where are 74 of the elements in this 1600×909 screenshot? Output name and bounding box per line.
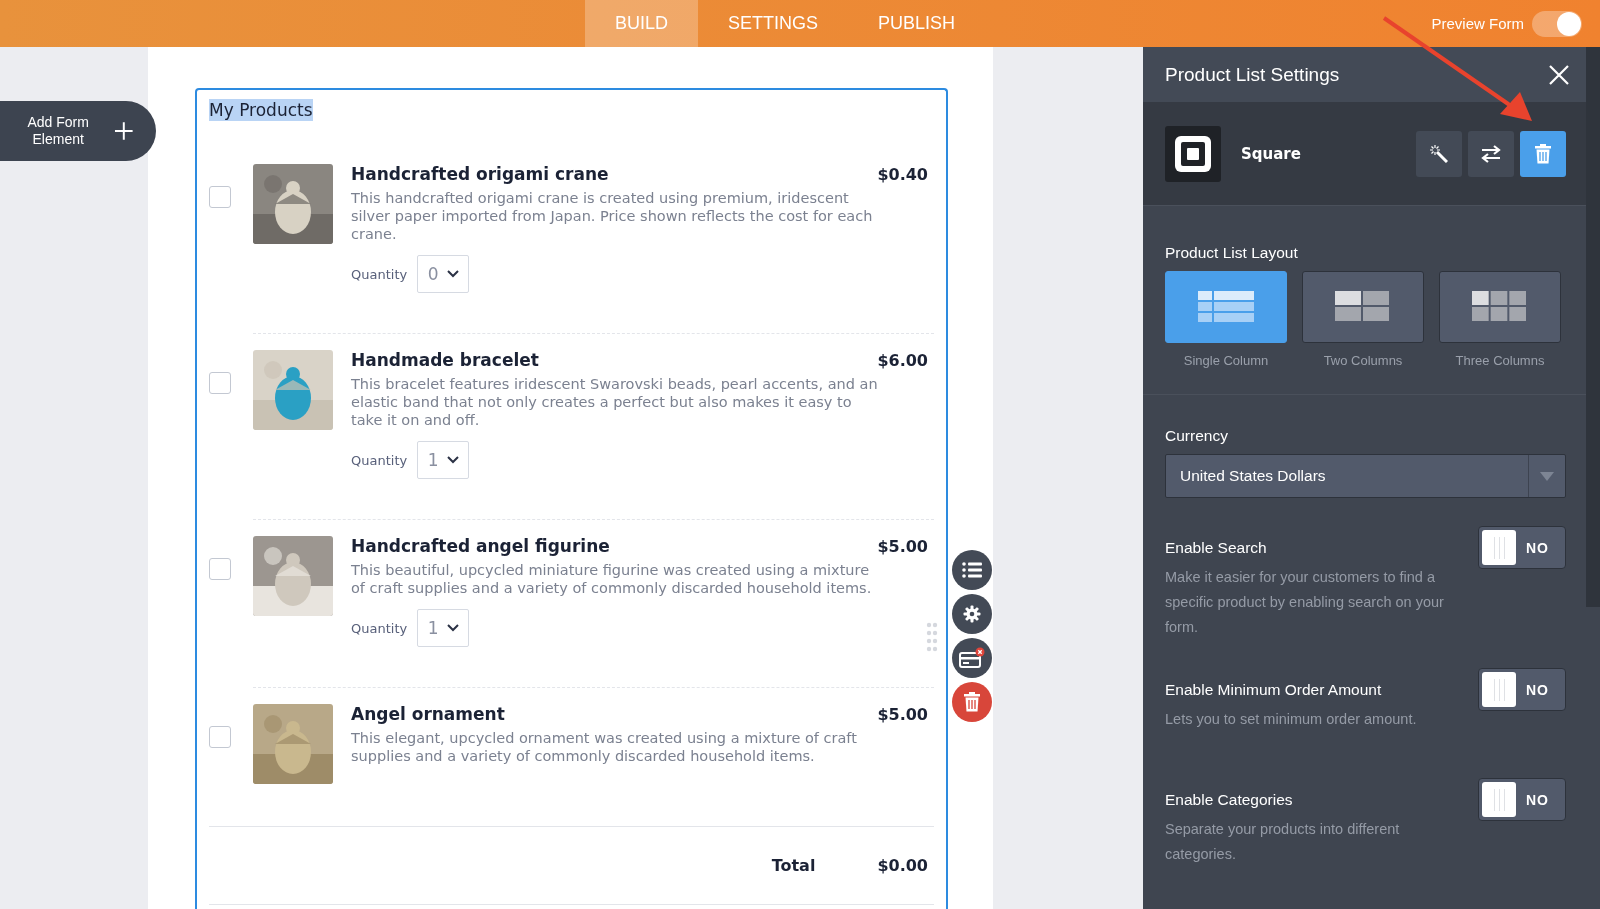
product-description: This bracelet features iridescent Swarovski beads, pearl accents, and an elastic band that not only creates a perfect but also makes it easy to take it on and off.: [351, 375, 878, 429]
layout-option[interactable]: [1302, 271, 1424, 343]
layout-grid-icon: [1196, 291, 1256, 323]
swap-icon: [1481, 144, 1501, 163]
magic-wand-icon: [1430, 144, 1448, 163]
product-price: $0.40: [877, 165, 928, 184]
currency-select[interactable]: United States Dollars: [1165, 454, 1566, 498]
square-logo-icon: [1165, 125, 1221, 182]
scrollbar[interactable]: [1586, 47, 1600, 607]
product-price: $5.00: [877, 537, 928, 556]
list-button[interactable]: [952, 550, 992, 590]
toggle-switch[interactable]: NO: [1478, 668, 1566, 711]
delete-button[interactable]: [952, 682, 992, 722]
quantity-select[interactable]: 1: [417, 609, 470, 647]
toggle-switch[interactable]: NO: [1478, 778, 1566, 821]
layout-label: Product List Layout: [1165, 244, 1299, 262]
quantity-select[interactable]: 1: [417, 441, 470, 479]
settings-button[interactable]: [952, 594, 992, 634]
gateway-name: Square: [1241, 144, 1302, 163]
nav-tab[interactable]: SETTINGS: [698, 0, 848, 47]
chevron-down-icon: [446, 270, 459, 278]
list-icon: [962, 562, 982, 578]
chevron-down-icon: [446, 624, 459, 632]
trash-icon: [1535, 143, 1551, 164]
setting-description: Separate your products into different categories.: [1165, 820, 1401, 864]
delete-gateway-button[interactable]: [1520, 130, 1566, 177]
product-name: Angel ornament: [351, 704, 505, 724]
product-description: This beautiful, upcycled miniature figurine was created using a mixture of craft supplies and a variety of commonly discarded household items.: [351, 561, 873, 597]
preview-toggle[interactable]: [1532, 10, 1582, 37]
form-title: My Products: [209, 99, 313, 121]
layout-label: Two Columns: [1323, 353, 1403, 368]
wand-button[interactable]: [1416, 130, 1462, 177]
product-name: Handcrafted angel figurine: [351, 536, 610, 556]
setting-description: Make it easier for your customers to find a specific product by enabling search on your form.: [1165, 568, 1445, 637]
payment-button[interactable]: [952, 638, 992, 678]
nav-tab[interactable]: BUILD: [584, 0, 698, 47]
product-price: $5.00: [877, 705, 928, 724]
product-checkbox[interactable]: [209, 372, 231, 394]
dropdown-arrow-icon: [1540, 471, 1554, 481]
product-checkbox[interactable]: [209, 726, 231, 748]
quantity-label: Quantity: [351, 266, 408, 282]
drag-handle-icon[interactable]: [926, 622, 938, 652]
close-icon[interactable]: [1548, 63, 1570, 86]
quantity-label: Quantity: [351, 452, 408, 468]
layout-option[interactable]: [1439, 271, 1561, 343]
preview-label: Preview Form: [1431, 15, 1524, 32]
currency-label: Currency: [1165, 427, 1229, 445]
product-name: Handmade bracelet: [351, 350, 539, 370]
setting-description: Lets you to set minimum order amount.: [1165, 710, 1418, 729]
setting-label: Enable Categories: [1165, 791, 1293, 808]
quantity-label: Quantity: [351, 620, 408, 636]
layout-label: Three Columns: [1455, 353, 1545, 368]
setting-label: Enable Search: [1165, 539, 1267, 556]
product-checkbox[interactable]: [209, 186, 231, 208]
product-description: This handcrafted origami crane is created using premium, iridescent silver paper imported from Japan. Price shown reflects the cost for each crane.: [351, 189, 874, 243]
product-price: $6.00: [877, 351, 928, 370]
total-label: Total: [771, 856, 816, 875]
product-name: Handcrafted origami crane: [351, 164, 609, 184]
trash-icon: [964, 692, 980, 712]
quantity-select[interactable]: 0: [417, 255, 470, 293]
total-value: $0.00: [877, 856, 928, 875]
credit-card-icon: [959, 647, 985, 669]
setting-label: Enable Minimum Order Amount: [1165, 681, 1382, 698]
product-checkbox[interactable]: [209, 558, 231, 580]
add-form-element-button[interactable]: Add Form Element: [0, 101, 156, 161]
layout-label: Single Column: [1183, 353, 1269, 368]
chevron-down-icon: [446, 456, 459, 464]
toggle-switch[interactable]: NO: [1478, 526, 1566, 569]
panel-title: Product List Settings: [1165, 63, 1340, 86]
product-description: This elegant, upcycled ornament was created using a mixture of craft supplies and a variety of commonly discarded household items.: [351, 729, 858, 765]
nav-tab[interactable]: PUBLISH: [848, 0, 986, 47]
plus-icon: [114, 121, 134, 141]
settings-icon: [963, 605, 981, 623]
swap-button[interactable]: [1468, 130, 1514, 177]
